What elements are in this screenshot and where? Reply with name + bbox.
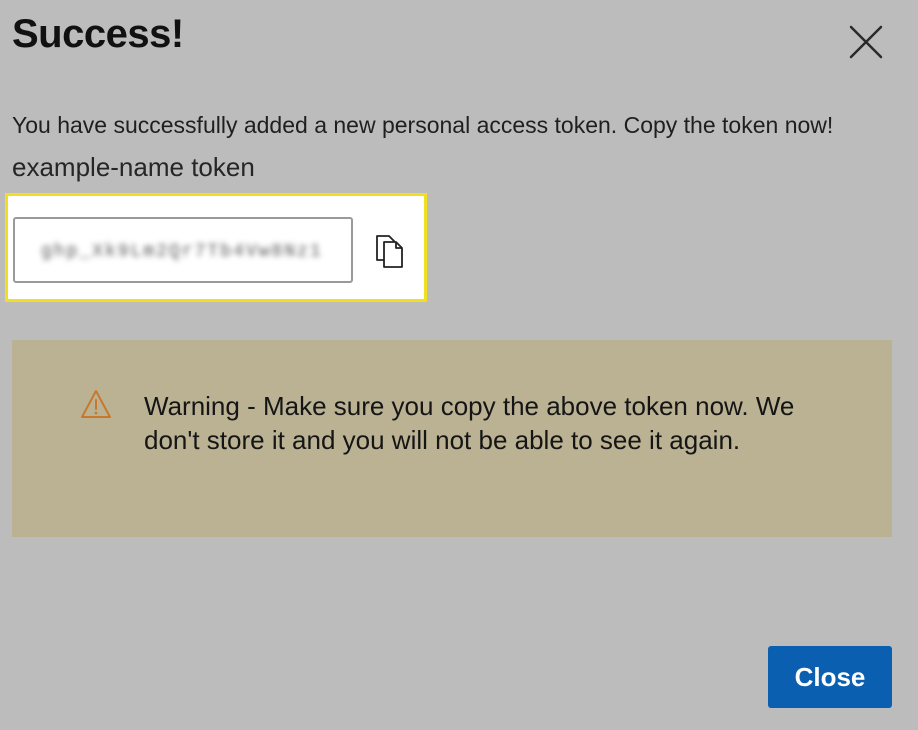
warning-triangle-icon [80, 389, 112, 419]
copy-icon[interactable] [374, 233, 406, 269]
success-message: You have successfully added a new person… [12, 112, 834, 138]
dialog-title: Success! [12, 12, 184, 56]
token-value: ghp_Xk9Lm2Qr7Tb4Vw8Nz1 [41, 242, 323, 262]
token-name-label: example-name token [12, 152, 255, 182]
close-button[interactable]: Close [768, 646, 892, 708]
warning-panel: Warning - Make sure you copy the above t… [12, 340, 892, 537]
token-field[interactable]: ghp_Xk9Lm2Qr7Tb4Vw8Nz1 [13, 217, 353, 283]
token-highlight-box: ghp_Xk9Lm2Qr7Tb4Vw8Nz1 [5, 193, 427, 302]
warning-text: Warning - Make sure you copy the above t… [144, 391, 795, 455]
close-icon[interactable] [846, 22, 886, 62]
